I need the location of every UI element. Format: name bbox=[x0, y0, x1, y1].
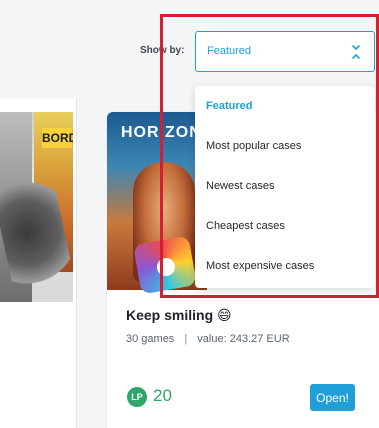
case-card-partial[interactable]: BORD bbox=[0, 98, 77, 428]
sort-option-cheapest[interactable]: Cheapest cases bbox=[195, 206, 375, 246]
cover-title: HORIZON bbox=[121, 124, 202, 141]
sort-dropdown-menu: Featured Most popular cases Newest cases… bbox=[195, 86, 375, 288]
sort-label: Show by: bbox=[140, 45, 185, 56]
sort-option-featured[interactable]: Featured bbox=[195, 86, 375, 126]
lp-icon: LP bbox=[127, 387, 147, 407]
sort-select[interactable]: Featured bbox=[195, 31, 375, 72]
sort-option-newest[interactable]: Newest cases bbox=[195, 166, 375, 206]
games-count: 30 games bbox=[126, 333, 175, 345]
chevron-up-down-icon bbox=[352, 45, 360, 59]
meta-separator: | bbox=[184, 333, 188, 345]
open-case-button[interactable]: Open! bbox=[310, 384, 355, 411]
card-divider bbox=[76, 98, 77, 428]
game-logo-text: BORD bbox=[42, 128, 73, 148]
case-meta: 30 games | value: 243.27 EUR bbox=[126, 333, 290, 345]
case-value: value: 243.27 EUR bbox=[197, 333, 290, 345]
sort-option-most-popular[interactable]: Most popular cases bbox=[195, 126, 375, 166]
lp-value: 20 bbox=[153, 386, 172, 405]
case-cover-image: BORD bbox=[0, 112, 73, 302]
case-name[interactable]: Keep smiling 😄 bbox=[126, 307, 232, 324]
sort-option-most-expensive[interactable]: Most expensive cases bbox=[195, 246, 375, 286]
sort-selected-value: Featured bbox=[207, 45, 252, 57]
